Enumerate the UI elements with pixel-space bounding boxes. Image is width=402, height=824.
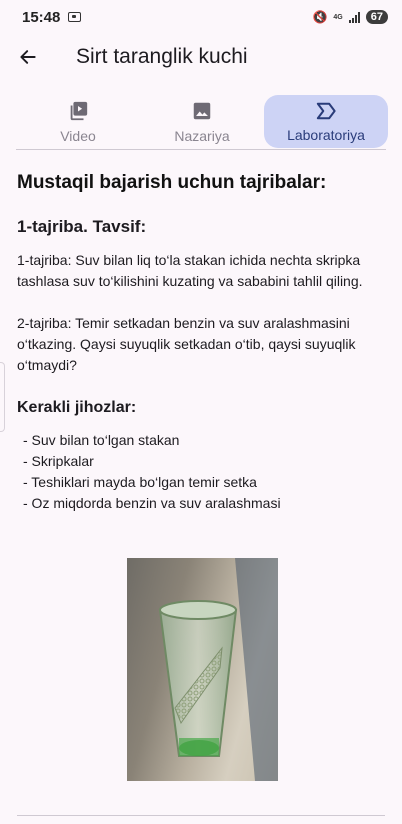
tab-nazariya-label: Nazariya — [174, 127, 230, 144]
tab-nazariya[interactable]: Nazariya — [140, 95, 264, 148]
status-bar: 15:48 🔇 4G 67 — [0, 0, 402, 34]
status-left: 15:48 — [22, 8, 82, 26]
experiment-1-text: 1-tajriba: Suv bilan liq to‘la stakan ic… — [17, 252, 363, 289]
equipment-title: Kerakli jihozlar: — [17, 399, 137, 416]
status-right: 🔇 4G 67 — [312, 10, 388, 24]
mute-icon: 🔇 — [312, 10, 328, 24]
equipment-list: - Suv bilan to‘lgan stakan - Skripkalar … — [17, 430, 387, 514]
tab-bar: Video Nazariya Laboratoriya — [0, 92, 402, 150]
video-icon — [70, 101, 88, 120]
page-title: Sirt taranglik kuchi — [76, 45, 248, 68]
experiment-2-text: 2-tajriba: Temir setkadan benzin va suv … — [17, 315, 356, 373]
lab-content: Mustaqil bajarish uchun tajribalar: 1-ta… — [17, 170, 387, 514]
tab-laboratoriya-label: Laboratoriya — [287, 126, 365, 143]
arrow-left-icon — [20, 50, 36, 64]
tab-laboratoriya[interactable]: Laboratoriya — [264, 95, 388, 148]
bottom-divider — [17, 815, 385, 816]
list-item: - Teshiklari mayda bo‘lgan temir setka — [23, 474, 257, 490]
back-button[interactable] — [0, 34, 56, 80]
list-item: - Suv bilan to‘lgan stakan — [23, 432, 180, 448]
label-icon — [316, 102, 336, 119]
edge-handle[interactable] — [0, 362, 5, 432]
screen-record-icon — [68, 12, 82, 22]
app-bar: Sirt taranglik kuchi — [0, 34, 402, 80]
tab-video-label: Video — [60, 127, 96, 144]
image-icon — [193, 102, 211, 119]
experiment-photo — [127, 558, 278, 781]
status-time: 15:48 — [22, 8, 61, 26]
list-item: - Oz miqdorda benzin va suv aralashmasi — [23, 495, 281, 511]
tab-video[interactable]: Video — [16, 95, 140, 148]
experiment-subheading: 1-tajriba. Tavsif: — [17, 217, 147, 236]
list-item: - Skripkalar — [23, 453, 94, 469]
tab-divider — [16, 149, 386, 150]
section-heading: Mustaqil bajarish uchun tajribalar: — [17, 172, 327, 193]
battery-badge: 67 — [365, 10, 388, 24]
signal-icon — [348, 11, 360, 23]
network-type: 4G — [333, 13, 343, 21]
glass-illustration — [158, 558, 278, 781]
